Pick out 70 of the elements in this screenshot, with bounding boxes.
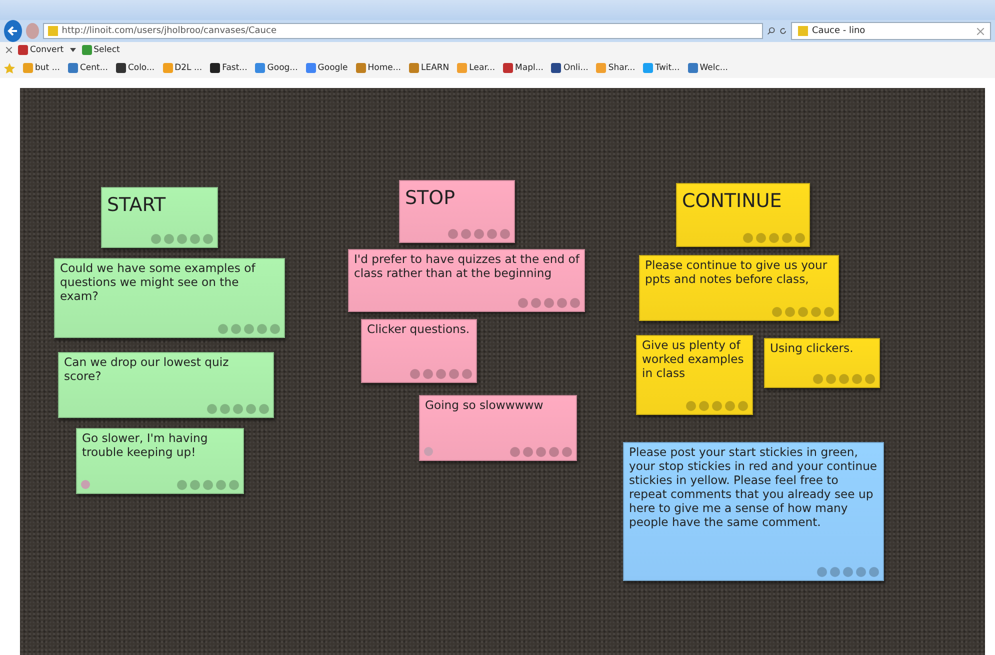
favorite-link[interactable]: Colo... [116,63,155,73]
note-text: Could we have some examples of questions we might see on the exam? [60,262,256,304]
favorite-link[interactable]: Fast... [210,63,248,73]
favorite-link[interactable]: LEARN [408,63,450,73]
note-text: Clicker questions. [367,323,471,337]
favorite-link[interactable]: Welc... [688,63,728,73]
note-heading: STOP [405,186,456,210]
close-icon[interactable] [6,47,12,53]
close-icon[interactable] [977,28,984,34]
note-text: Go slower, I'm having trouble keeping up! [82,432,209,460]
site-icon [48,26,58,36]
sticky-note[interactable]: Could we have some examples of questions we might see on the exam? [54,258,285,338]
favorite-link[interactable]: Shar... [596,63,636,73]
note-action-icons[interactable] [510,447,572,457]
toolbar-button[interactable]: Convert [18,45,64,55]
note-text: Please post your start stickies in green, your stop stickies in red and your continue stickies in yellow. Please feel free to repeat comments that you already see up here to give me a sense of how many people have the same comment. [629,446,878,530]
browser-tab[interactable]: Cauce - lino [791,22,992,40]
note-action-icons[interactable] [151,234,213,244]
favorite-link[interactable]: Twit... [643,63,680,73]
favorite-link[interactable]: Onli... [551,63,588,73]
note-action-icons[interactable] [218,324,280,334]
note-text: I'd prefer to have quizzes at the end of class rather than at the beginning [354,253,580,281]
sticky-note[interactable]: Go slower, I'm having trouble keeping up! [76,428,244,494]
sticky-note[interactable]: Clicker questions. [361,319,477,383]
sticky-note[interactable]: Using clickers. [764,338,880,388]
note-heading: START [107,193,167,217]
sticky-note[interactable]: Please continue to give us your ppts and notes before class, [639,255,839,321]
caret-icon[interactable] [70,48,76,52]
sticky-note[interactable]: Going so slowwwww [419,395,577,461]
note-action-icons[interactable] [743,233,805,243]
note-action-icons[interactable] [772,307,834,317]
favorites-star-icon[interactable] [4,62,15,74]
sticky-note[interactable]: STOP [399,180,515,243]
note-action-icons[interactable] [813,374,875,384]
address-field[interactable]: http://linoit.com/users/jholbroo/canvases/Cauce [42,23,763,39]
note-action-icons[interactable] [207,404,269,414]
favorite-link[interactable]: but ... [23,63,60,73]
note-action-icons[interactable] [410,369,472,379]
forward-button[interactable] [26,23,39,39]
sticky-note[interactable]: Give us plenty of worked examples in class [636,335,753,415]
note-action-icons[interactable] [518,298,580,308]
note-text: Can we drop our lowest quiz score? [64,356,230,384]
favorite-link[interactable]: Lear... [457,63,496,73]
favorite-link[interactable]: Cent... [68,63,108,73]
note-text: Please continue to give us your ppts and notes before class, [645,259,828,287]
favorite-link[interactable]: D2L ... [162,63,202,73]
refresh-icon[interactable] [778,26,788,36]
note-action-icons[interactable] [448,229,510,239]
note-action-icons[interactable] [177,480,239,490]
back-button[interactable] [4,20,22,42]
note-text: Going so slowwwww [425,399,544,413]
note-text: Using clickers. [770,342,854,356]
note-text: Give us plenty of worked examples in class [642,339,745,381]
sticky-note[interactable]: Can we drop our lowest quiz score? [58,352,274,418]
favorite-link[interactable]: Goog... [255,63,298,73]
note-heading: CONTINUE [682,189,783,213]
favorite-link[interactable]: Mapl... [503,63,544,73]
note-action-icons[interactable] [817,567,879,577]
sticky-note[interactable] [623,442,884,581]
site-icon [798,26,808,36]
favorite-link[interactable]: Google [306,63,348,73]
sticky-note[interactable]: START [101,187,218,248]
search-icon[interactable] [766,26,775,36]
sticky-note[interactable]: I'd prefer to have quizzes at the end of class rather than at the beginning [348,249,585,312]
toolbar-button[interactable]: Select [82,45,120,55]
favorite-link[interactable]: Home... [356,63,401,73]
url-text: http://linoit.com/users/jholbroo/canvases/Cauce [62,26,276,36]
sticky-note[interactable]: CONTINUE [676,183,810,247]
back-arrow-icon [6,25,19,37]
note-action-icons[interactable] [686,401,748,411]
